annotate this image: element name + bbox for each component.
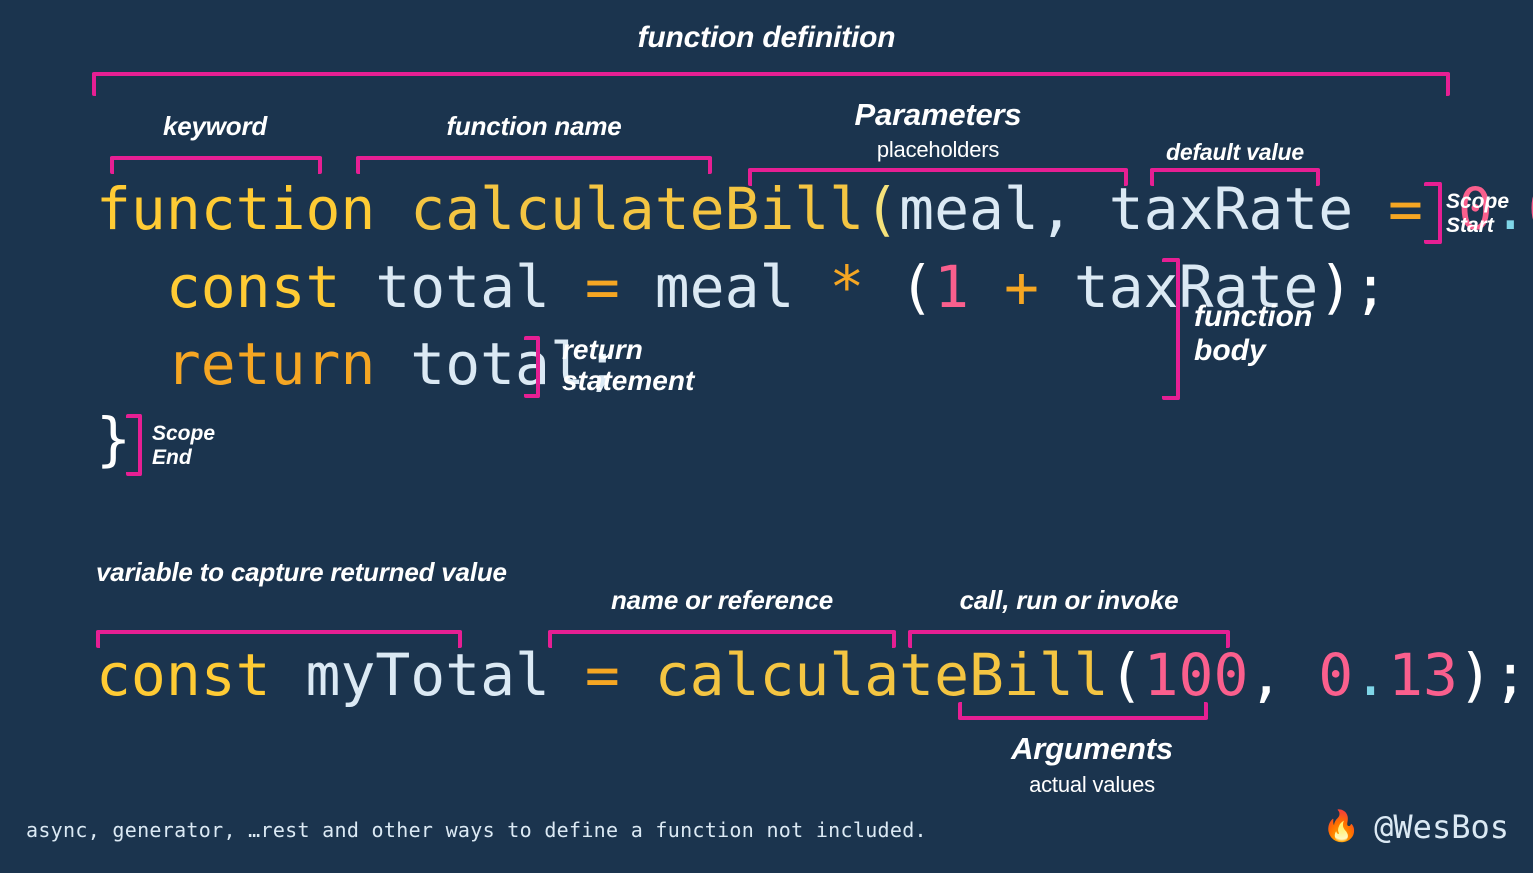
- slide-canvas: function definition keyword function nam…: [0, 0, 1533, 873]
- bracket-function-definition: [92, 72, 1450, 96]
- code-line-definition-signature: function calculateBill(meal, taxRate = 0…: [96, 180, 1533, 238]
- token-open-paren: (: [864, 175, 900, 243]
- fire-icon: 🔥: [1322, 810, 1361, 843]
- bracket-function-name: [356, 156, 712, 174]
- label-function-name: function name: [446, 111, 622, 141]
- token-arg-frac: 13: [1388, 641, 1458, 709]
- label-keyword: keyword: [162, 111, 268, 141]
- footer-note: async, generator, …rest and other ways t…: [26, 818, 927, 842]
- token-default-frac: 05: [1528, 175, 1533, 243]
- bracket-arguments: [958, 702, 1208, 720]
- bracket-function-body: [1162, 258, 1180, 400]
- token-equals: =: [1388, 175, 1423, 243]
- token-keyword-return: return: [165, 330, 376, 398]
- label-function-body: function body: [1194, 300, 1313, 367]
- brand-credit: 🔥 @WesBos: [1323, 808, 1509, 846]
- token-keyword-const: const: [96, 641, 271, 709]
- bracket-scope-start: [1424, 182, 1442, 244]
- token-arg-100: 100: [1143, 641, 1249, 709]
- token-number-one: 1: [934, 253, 970, 321]
- token-close-statement: );: [1457, 641, 1528, 709]
- title-function-definition: function definition: [637, 21, 896, 54]
- token-arg-dot: .: [1353, 641, 1389, 709]
- token-keyword-const: const: [165, 253, 341, 321]
- token-arg-int: 0: [1318, 641, 1354, 709]
- label-scope-end: Scope End: [152, 422, 216, 469]
- label-default-value: default value: [1166, 139, 1304, 165]
- label-name-or-reference: name or reference: [610, 585, 834, 615]
- bracket-scope-end: [126, 414, 142, 476]
- token-var-total: total: [375, 253, 550, 321]
- label-parameters: Parameters: [854, 97, 1022, 132]
- brand-handle: @WesBos: [1374, 808, 1509, 846]
- token-close-statement: );: [1318, 253, 1389, 321]
- token-plus: +: [1003, 253, 1039, 321]
- label-arguments: Arguments: [1011, 731, 1173, 766]
- bracket-keyword: [110, 156, 322, 174]
- token-param-meal: meal,: [899, 175, 1074, 243]
- label-scope-start: Scope Start: [1446, 190, 1510, 237]
- code-line-invocation: const myTotal = calculateBill(100, 0.13)…: [96, 646, 1528, 704]
- token-keyword-function: function: [96, 175, 376, 243]
- label-arguments-sub: actual values: [1029, 772, 1155, 797]
- label-parameters-sub: placeholders: [876, 137, 1000, 162]
- token-operand-meal: meal: [654, 253, 795, 321]
- token-function-name: calculateBill: [654, 641, 1109, 709]
- label-variable-capture: variable to capture returned value: [96, 557, 507, 587]
- token-param-taxrate: taxRate: [1108, 175, 1354, 243]
- token-equals: =: [584, 253, 620, 321]
- token-equals: =: [584, 641, 620, 709]
- token-open-paren: (: [899, 253, 935, 321]
- bracket-return-statement: [524, 336, 540, 398]
- token-function-name: calculateBill: [410, 175, 865, 243]
- token-open-paren: (: [1108, 641, 1144, 709]
- label-return-statement: return statement: [562, 334, 695, 397]
- label-call-run-invoke: call, run or invoke: [959, 585, 1179, 615]
- token-multiply: *: [829, 253, 865, 321]
- token-var-mytotal: myTotal: [305, 641, 550, 709]
- token-comma: ,: [1248, 641, 1284, 709]
- code-line-return: return total;: [96, 335, 620, 393]
